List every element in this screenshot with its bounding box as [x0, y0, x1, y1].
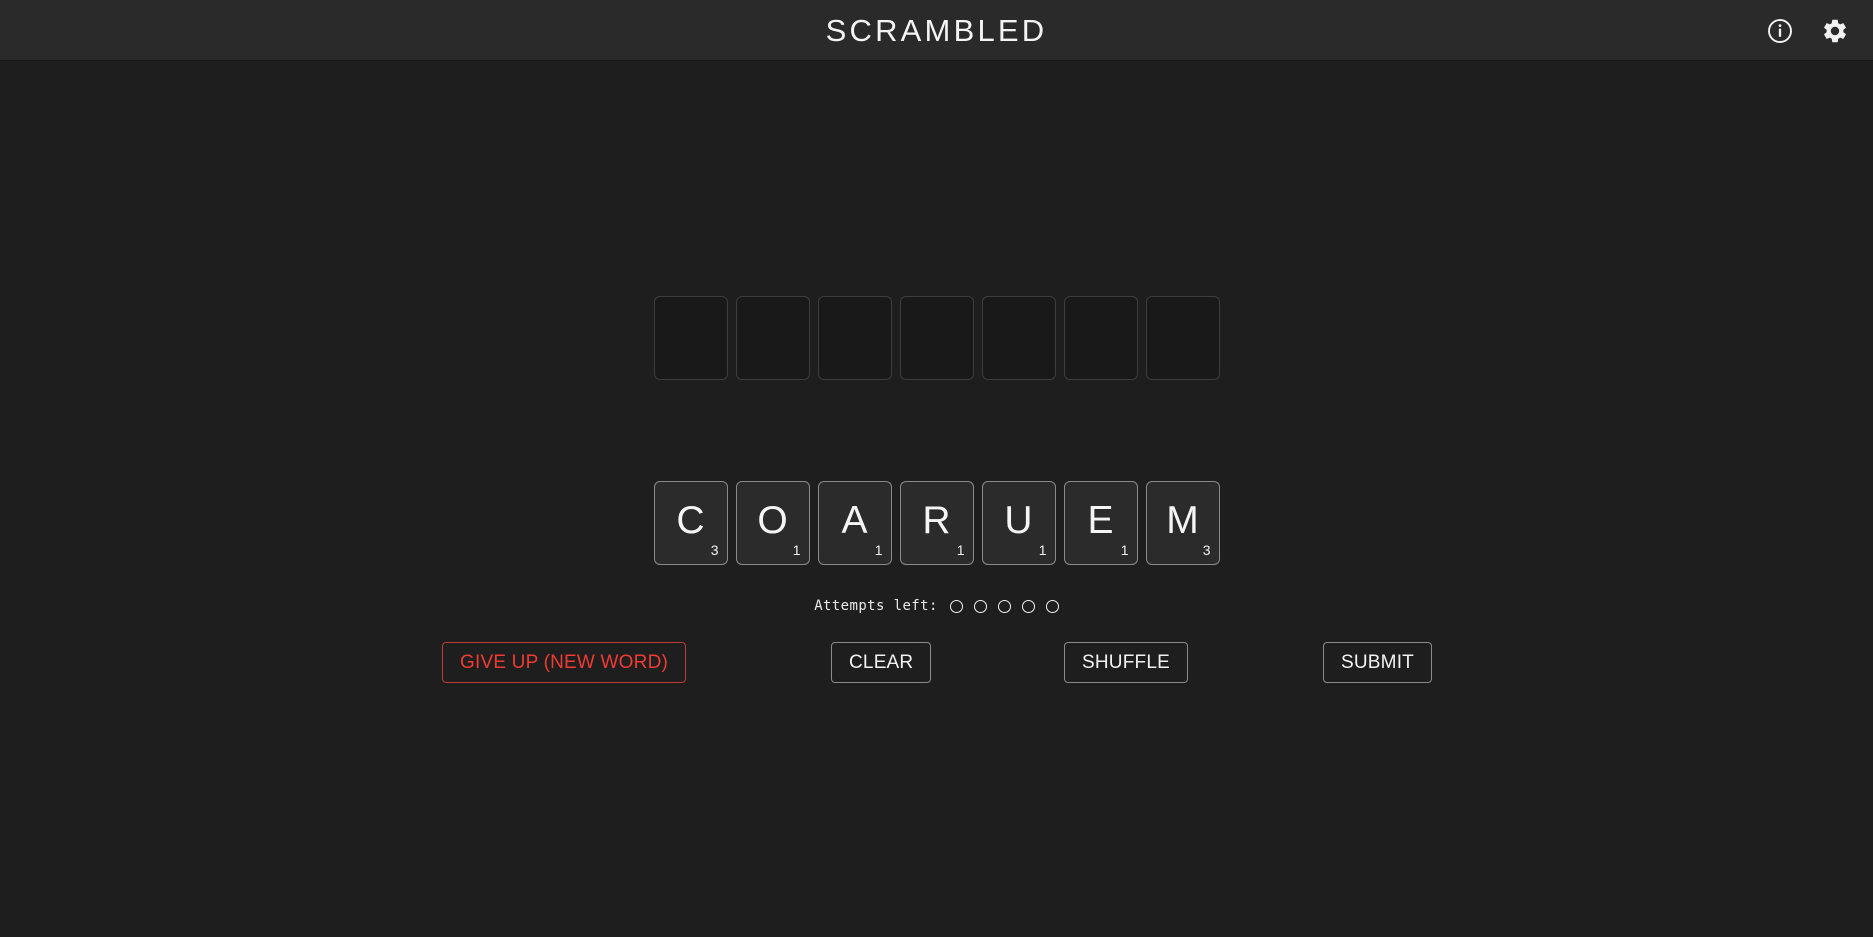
attempt-dot — [1045, 599, 1059, 613]
answer-slot[interactable] — [1145, 296, 1220, 380]
submit-button[interactable]: SUBMIT — [1323, 642, 1432, 683]
tile-letter: R — [922, 498, 951, 542]
tile-points: 1 — [792, 542, 801, 558]
attempts-indicator: Attempts left: — [814, 598, 1059, 614]
info-circle-icon — [1767, 18, 1793, 44]
letter-tile[interactable]: C3 — [653, 481, 728, 565]
answer-slot[interactable] — [899, 296, 974, 380]
letter-tile[interactable]: E1 — [1063, 481, 1138, 565]
tile-points: 1 — [1120, 542, 1129, 558]
answer-slot[interactable] — [1063, 296, 1138, 380]
answer-slot[interactable] — [817, 296, 892, 380]
tile-points: 3 — [710, 542, 719, 558]
shuffle-button[interactable]: SHUFFLE — [1064, 642, 1188, 683]
attempt-dot — [973, 599, 987, 613]
app-header: SCRAMBLED — [0, 0, 1873, 61]
letter-rack-row: C3O1A1R1U1E1M3 — [653, 481, 1220, 565]
controls-row: GIVE UP (NEW WORD) CLEAR SHUFFLE SUBMIT — [0, 642, 1873, 684]
answer-slot[interactable] — [653, 296, 728, 380]
tile-letter: O — [757, 498, 788, 542]
gear-icon — [1821, 17, 1849, 45]
answer-slot-row — [653, 296, 1220, 380]
tile-points: 1 — [874, 542, 883, 558]
attempts-dots — [949, 599, 1059, 613]
tile-letter: U — [1004, 498, 1033, 542]
settings-button[interactable] — [1819, 15, 1851, 47]
answer-slot[interactable] — [735, 296, 810, 380]
letter-tile[interactable]: O1 — [735, 481, 810, 565]
letter-tile[interactable]: U1 — [981, 481, 1056, 565]
tile-letter: C — [676, 498, 705, 542]
give-up-button[interactable]: GIVE UP (NEW WORD) — [442, 642, 687, 683]
attempt-dot — [997, 599, 1011, 613]
tile-points: 1 — [1038, 542, 1047, 558]
tile-points: 3 — [1202, 542, 1211, 558]
attempts-label: Attempts left: — [814, 598, 938, 614]
attempt-dot — [949, 599, 963, 613]
letter-tile[interactable]: M3 — [1145, 481, 1220, 565]
letter-tile[interactable]: A1 — [817, 481, 892, 565]
clear-button[interactable]: CLEAR — [831, 642, 932, 683]
letter-tile[interactable]: R1 — [899, 481, 974, 565]
game-area: C3O1A1R1U1E1M3 Attempts left: GIVE UP (N… — [0, 61, 1873, 937]
tile-points: 1 — [956, 542, 965, 558]
header-actions — [1764, 0, 1851, 61]
info-button[interactable] — [1764, 15, 1796, 47]
answer-slot[interactable] — [981, 296, 1056, 380]
tile-letter: A — [841, 498, 868, 542]
page-title: SCRAMBLED — [825, 12, 1048, 48]
attempt-dot — [1021, 599, 1035, 613]
tile-letter: E — [1087, 498, 1114, 542]
tile-letter: M — [1166, 498, 1199, 542]
